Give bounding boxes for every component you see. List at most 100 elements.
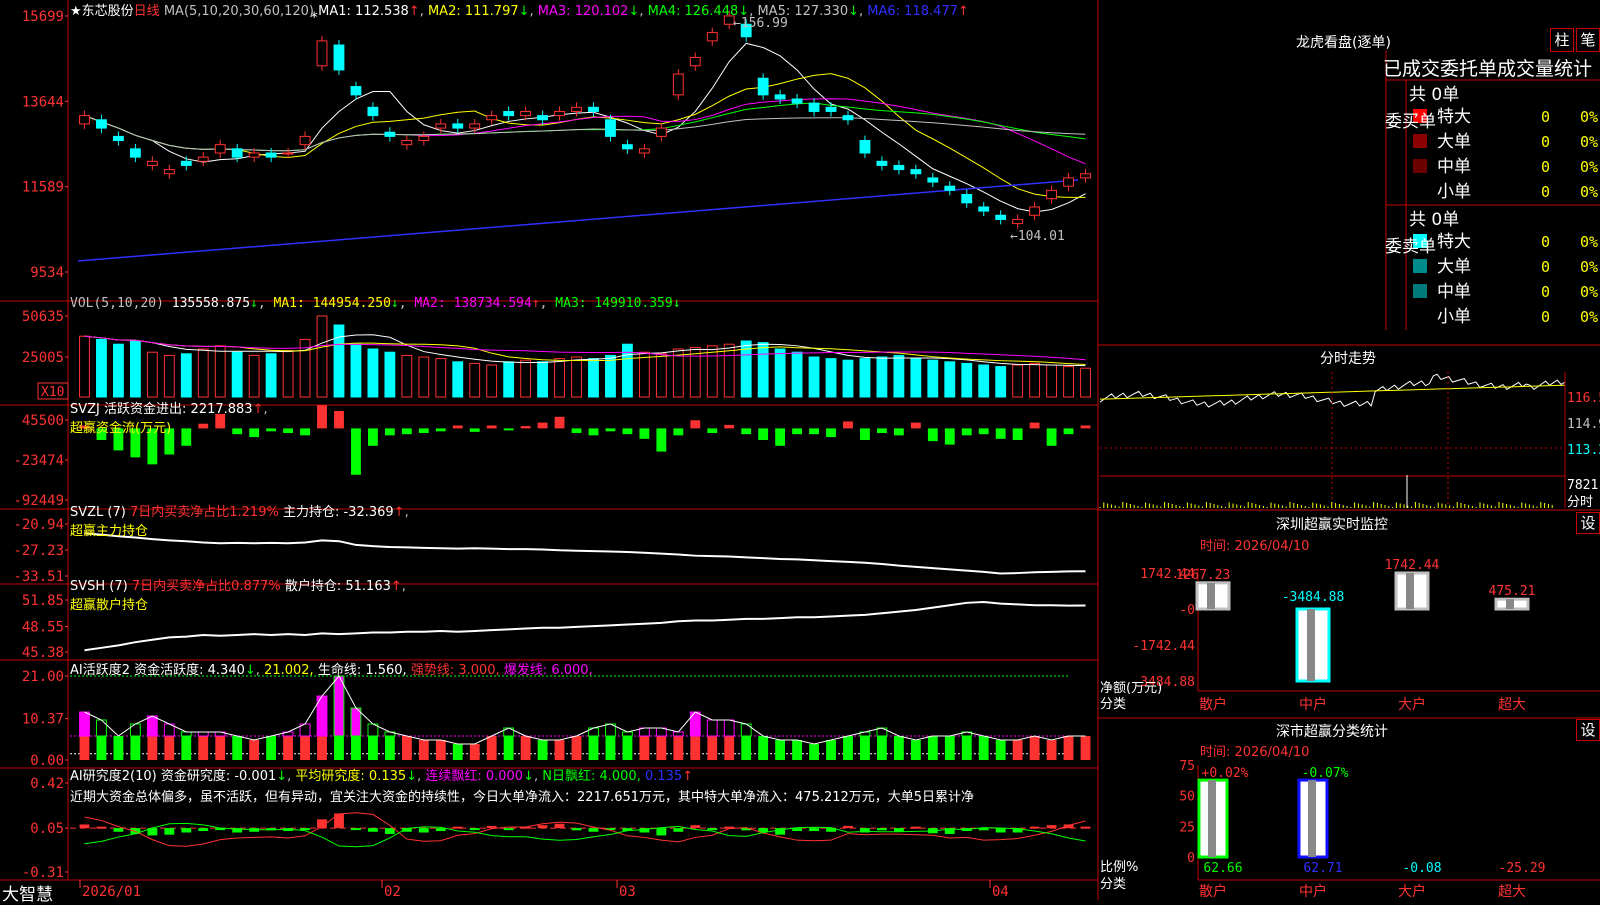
volume-bar: [180, 353, 192, 398]
candle: [520, 110, 532, 117]
period-label[interactable]: 日线: [134, 4, 160, 19]
fund-flow-bar: [1046, 428, 1057, 446]
vol-value: 135558.875: [171, 296, 251, 311]
stock-name[interactable]: 东芯股份: [82, 4, 134, 19]
activity-bar-top: [96, 719, 107, 737]
activity-bar: [249, 740, 260, 760]
order-count: 0: [1541, 233, 1550, 251]
svsh-axis-label: 48.55: [22, 620, 64, 636]
activity-bar: [334, 736, 344, 760]
volume-bar: [503, 361, 515, 398]
date-label: 04: [992, 884, 1009, 900]
fund-flow-bar: [893, 428, 904, 436]
activity-bar: [792, 740, 803, 760]
volume-bar: [401, 354, 413, 398]
activity-bar: [554, 740, 565, 760]
k-header: ★东芯股份日线 MA(5,10,20,30,60,120) MA1: 112.5…: [70, 4, 969, 19]
fund-flow-bar: [843, 421, 853, 429]
ma6-line: [77, 179, 1079, 262]
volume-bar: [112, 343, 124, 398]
intraday-axis-label: 114.9: [1567, 417, 1600, 432]
research-bar: [79, 824, 90, 829]
fund-flow-bar: [927, 428, 938, 442]
monitor-axis-label: -0: [1179, 603, 1195, 618]
activity-bar: [758, 736, 769, 760]
candle: [1046, 189, 1058, 200]
fund-flow-bar: [266, 428, 277, 432]
research-bar: [486, 825, 497, 829]
activity-bar-top: [146, 715, 158, 737]
activity-bar: [181, 736, 192, 760]
sell-order-label: 委卖单: [1385, 237, 1436, 257]
k-axis-label: 11589: [22, 180, 64, 196]
low-price-mark: ←104.01: [1010, 229, 1065, 244]
classify-top-label: +0.02%: [1202, 766, 1249, 781]
ai-strong: 强势线: 3.000,: [410, 663, 500, 678]
activity-bar: [707, 736, 718, 760]
activity-bar-top: [706, 719, 718, 737]
res-v: 0.135: [644, 769, 683, 784]
classify-title: 深市超赢分类统计: [1276, 724, 1388, 740]
candle: [265, 152, 277, 158]
candle: [588, 106, 599, 112]
volume-bar: [961, 362, 973, 398]
fund-flow-bar: [978, 428, 989, 435]
ai-label: AI活跃度2: [70, 663, 130, 678]
activity-bar: [673, 736, 684, 760]
research-bar: [198, 828, 209, 832]
svsh-sub: 超赢散户持仓: [70, 598, 149, 613]
vol-axis-label: 50635: [22, 309, 64, 325]
volume-bar: [231, 351, 243, 398]
classify-top-label: -0.07%: [1302, 766, 1349, 781]
research-bar: [164, 828, 175, 835]
order-size-label: 大单: [1437, 132, 1471, 152]
fund-flow-bar: [961, 428, 972, 436]
candle: [571, 106, 582, 112]
volume-bar: [893, 354, 905, 398]
volume-bar: [723, 343, 735, 398]
candle: [995, 214, 1007, 220]
bar-mode-button[interactable]: 柱: [1550, 28, 1574, 52]
monitor-settings-button[interactable]: 设: [1576, 512, 1600, 534]
candle: [655, 127, 667, 137]
order-size-label: 特大: [1437, 232, 1471, 252]
svzl-label: SVZL (7): [70, 505, 126, 520]
research-bar: [181, 828, 192, 833]
volume-bar: [927, 359, 939, 398]
activity-bar: [826, 740, 836, 760]
candle: [554, 110, 565, 117]
candle: [146, 160, 158, 166]
order-size-label: 特大: [1437, 107, 1471, 127]
svsh-hold: 散户持仓: 51.163: [284, 579, 391, 594]
k-axis-label: 9534: [30, 265, 64, 281]
classify-axis-label: 50: [1179, 790, 1195, 805]
fund-flow-bar: [944, 428, 955, 445]
research-bar: [656, 828, 667, 836]
activity-bar: [775, 740, 786, 760]
activity-bar: [876, 736, 887, 760]
activity-bar: [622, 736, 633, 760]
classify-settings-button[interactable]: 设: [1576, 719, 1600, 741]
order-pct: 0%: [1580, 258, 1598, 276]
candle: [503, 110, 515, 117]
tick-mode-button[interactable]: 笔: [1576, 28, 1600, 52]
activity-bar: [283, 736, 294, 760]
research-bar: [673, 828, 684, 832]
fund-flow-bar: [792, 428, 803, 435]
activity-bar: [893, 736, 904, 760]
activity-bar: [741, 736, 752, 760]
volume-bar: [808, 356, 820, 398]
candle: [282, 152, 294, 155]
classify-bottom-label: 62.66: [1203, 861, 1242, 876]
candle: [316, 40, 328, 67]
ma-line-60: [84, 115, 1086, 152]
svsh-label: SVSH (7): [70, 579, 128, 594]
fund-flow-bar: [571, 428, 582, 434]
fund-flow-bar: [656, 428, 667, 452]
activity-bar: [520, 736, 531, 760]
activity-bar: [96, 736, 107, 760]
activity-bar-top: [740, 723, 752, 737]
candle: [418, 135, 430, 142]
activity-bar-top: [79, 711, 90, 737]
order-pct: 0%: [1580, 233, 1598, 251]
